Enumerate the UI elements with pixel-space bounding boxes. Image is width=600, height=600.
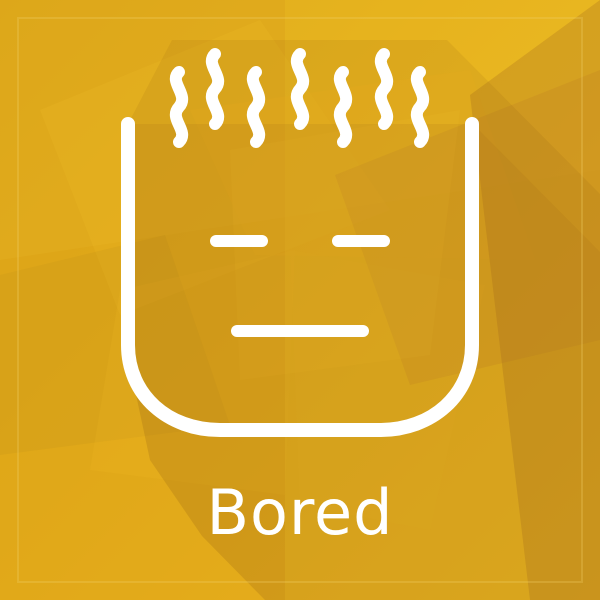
emotion-label: Bored [206,476,394,549]
emotion-card: Bored [0,0,600,600]
